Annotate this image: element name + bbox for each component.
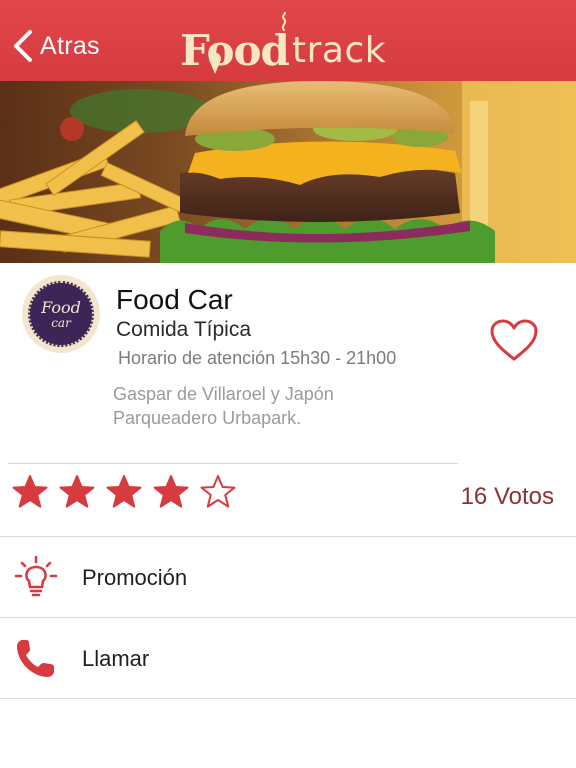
back-button[interactable]: Atras <box>12 26 100 66</box>
restaurant-category: Comida Típica <box>116 318 252 341</box>
favorite-button[interactable] <box>489 318 539 362</box>
location-pin-icon <box>209 52 221 74</box>
star-filled-icon[interactable] <box>153 474 189 510</box>
star-filled-icon[interactable] <box>12 474 48 510</box>
lightbulb-icon <box>14 555 58 597</box>
restaurant-logo-subtext: car <box>51 315 71 330</box>
address-line-1: Gaspar de Villaroel y Japón <box>113 384 334 404</box>
star-rating[interactable] <box>12 474 247 510</box>
opening-hours: Horario de atención 15h30 - 21h00 <box>118 348 397 368</box>
restaurant-info: Food car Food Car Comida Típica Horario … <box>0 263 576 463</box>
logo-food-text: Food <box>180 26 290 75</box>
address-line-2: Parqueadero Urbapark. <box>113 408 302 428</box>
back-label: Atras <box>40 31 100 60</box>
hero-burger-image <box>0 81 576 263</box>
rating-section: 16 Votos <box>0 464 576 536</box>
call-divider <box>0 698 576 699</box>
votes-count: 16 Votos <box>460 483 554 510</box>
call-row[interactable]: Llamar <box>0 618 576 698</box>
star-empty-icon[interactable] <box>200 474 236 510</box>
logo-track-text: track <box>292 30 387 71</box>
promo-label: Promoción <box>82 565 188 590</box>
restaurant-name: Food Car <box>116 284 233 315</box>
chevron-left-icon <box>14 30 32 62</box>
call-label: Llamar <box>82 646 150 671</box>
promo-row[interactable]: Promoción <box>0 537 576 617</box>
app-header: Atras Food track <box>0 0 576 81</box>
star-filled-icon[interactable] <box>59 474 95 510</box>
restaurant-logo-text: Food <box>41 297 81 317</box>
foodtrack-logo: Food track <box>180 12 400 78</box>
heart-icon <box>490 319 538 361</box>
restaurant-logo: Food car <box>22 275 100 353</box>
star-filled-icon[interactable] <box>106 474 142 510</box>
phone-icon <box>17 640 54 677</box>
